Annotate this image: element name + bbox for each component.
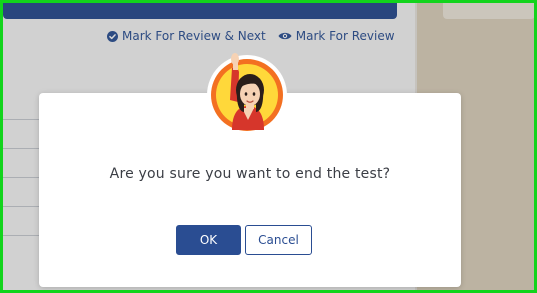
cancel-button[interactable]: Cancel xyxy=(245,225,312,255)
avatar xyxy=(204,50,290,136)
waving-student-avatar-icon xyxy=(207,53,287,135)
test-page: Mark For Review & Next Mark For Review A… xyxy=(3,3,534,290)
ok-button[interactable]: OK xyxy=(176,225,241,255)
dialog-question: Are you sure you want to end the test? xyxy=(109,166,391,182)
